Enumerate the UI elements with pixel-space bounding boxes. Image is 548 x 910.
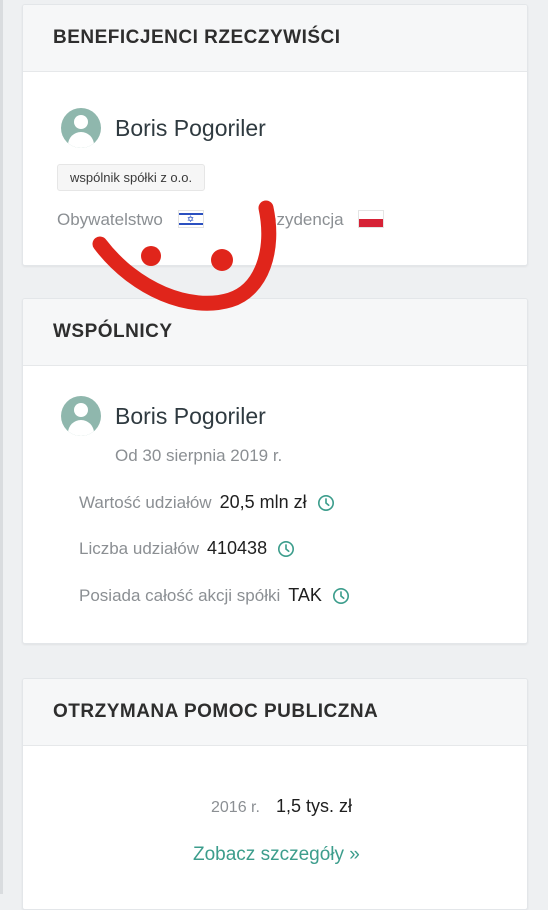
beneficiaries-card: BENEFICJENCI RZECZYWIŚCI Boris Pogoriler…: [22, 4, 528, 266]
public-aid-header: OTRZYMANA POMOC PUBLICZNA: [23, 679, 527, 746]
partner-name[interactable]: Boris Pogoriler: [115, 403, 266, 430]
owns-all-label: Posiada całość akcji spółki: [79, 585, 281, 605]
share-value-label: Wartość udziałów: [79, 492, 212, 512]
partner-since: Od 30 sierpnia 2019 r.: [115, 446, 283, 465]
partner-block: Boris Pogoriler: [61, 396, 266, 436]
citizenship-label: Obywatelstwo: [57, 210, 163, 229]
aid-row: 2016 r. 1,5 tys. zł: [211, 796, 352, 817]
public-aid-card: OTRZYMANA POMOC PUBLICZNA 2016 r. 1,5 ty…: [22, 678, 528, 910]
avatar-icon: [61, 108, 101, 148]
public-aid-title: OTRZYMANA POMOC PUBLICZNA: [53, 701, 379, 722]
see-details-link[interactable]: Zobacz szczegóły »: [193, 844, 360, 866]
share-count-row: Liczba udziałów 410438: [79, 538, 295, 559]
partners-card: WSPÓLNICY Boris Pogoriler Od 30 sierpnia…: [22, 298, 528, 644]
history-clock-icon[interactable]: [277, 540, 295, 558]
poland-flag-icon: [358, 210, 385, 228]
owns-all-value: TAK: [288, 585, 322, 605]
israel-flag-icon: ✡: [177, 210, 204, 228]
beneficiaries-header: BENEFICJENCI RZECZYWIŚCI: [23, 5, 527, 72]
screen-edge: [0, 0, 3, 894]
owns-all-row: Posiada całość akcji spółki TAK: [79, 585, 350, 606]
share-count: 410438: [207, 538, 268, 558]
share-value-row: Wartość udziałów 20,5 mln zł: [79, 492, 335, 513]
partners-header: WSPÓLNICY: [23, 299, 527, 366]
partners-title: WSPÓLNICY: [53, 321, 173, 342]
history-clock-icon[interactable]: [332, 587, 350, 605]
residence-row: ezydencja: [267, 210, 385, 230]
public-aid-body: 2016 r. 1,5 tys. zł Zobacz szczegóły »: [23, 746, 527, 909]
aid-amount: 1,5 tys. zł: [275, 796, 352, 816]
history-clock-icon[interactable]: [317, 494, 335, 512]
residence-label: ezydencja: [267, 210, 344, 229]
aid-year: 2016 r.: [211, 799, 260, 816]
partners-body: Boris Pogoriler Od 30 sierpnia 2019 r. W…: [23, 366, 527, 643]
share-value: 20,5 mln zł: [219, 492, 307, 512]
beneficiary-name[interactable]: Boris Pogoriler: [115, 115, 266, 142]
beneficiary-person[interactable]: Boris Pogoriler: [61, 108, 266, 148]
beneficiaries-title: BENEFICJENCI RZECZYWIŚCI: [53, 27, 341, 48]
share-count-label: Liczba udziałów: [79, 538, 200, 558]
avatar-icon: [61, 396, 101, 436]
citizenship-row: Obywatelstwo ✡: [57, 210, 204, 230]
role-tag: wspólnik spółki z o.o.: [57, 164, 206, 191]
beneficiaries-body: Boris Pogoriler wspólnik spółki z o.o. O…: [23, 72, 527, 265]
partner-person[interactable]: Boris Pogoriler: [61, 396, 266, 436]
